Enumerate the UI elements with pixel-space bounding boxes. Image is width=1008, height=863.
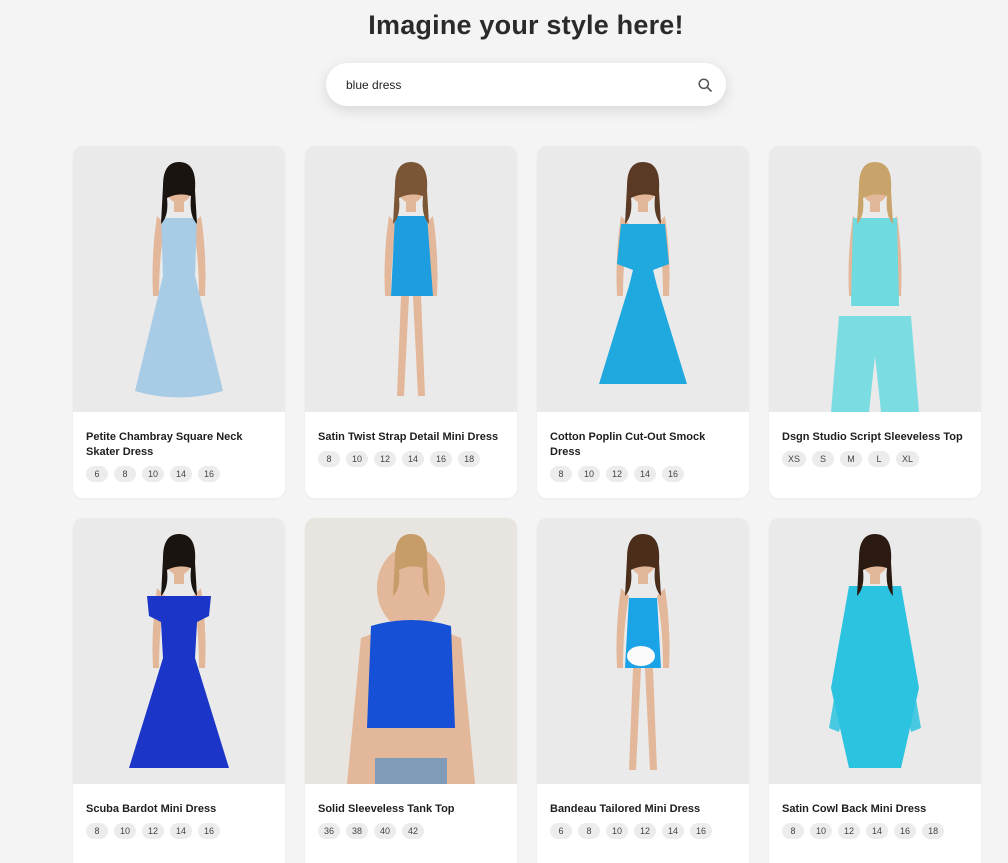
product-info: Dsgn Studio Script Sleeveless Top XS S M L XL <box>769 412 981 467</box>
size-option[interactable]: 16 <box>430 451 453 467</box>
product-info: Bandeau Tailored Mini Dress 6 8 10 12 14 16 <box>537 784 749 839</box>
size-list: 6 8 10 14 16 <box>86 466 272 482</box>
product-image <box>829 534 921 768</box>
product-image <box>347 534 475 784</box>
product-image <box>135 162 223 398</box>
product-card[interactable]: Bandeau Tailored Mini Dress 6 8 10 12 14 16 <box>537 518 749 863</box>
size-option[interactable]: 6 <box>86 466 108 482</box>
size-option[interactable]: 8 <box>578 823 600 839</box>
size-option[interactable]: 38 <box>346 823 369 839</box>
product-card[interactable]: Scuba Bardot Mini Dress 8 10 12 14 16 <box>73 518 285 863</box>
size-option[interactable]: 16 <box>690 823 713 839</box>
product-image-frame[interactable] <box>305 518 517 784</box>
size-option[interactable]: 12 <box>634 823 657 839</box>
product-title[interactable]: Cotton Poplin Cut-Out Smock Dress <box>550 430 736 460</box>
product-info: Solid Sleeveless Tank Top 36 38 40 42 <box>305 784 517 839</box>
product-image <box>384 162 438 396</box>
size-option[interactable]: 12 <box>606 466 629 482</box>
size-option[interactable]: 10 <box>346 451 369 467</box>
size-option[interactable]: M <box>840 451 863 467</box>
size-option[interactable]: S <box>812 451 835 467</box>
size-list: 8 10 12 14 16 <box>550 466 736 482</box>
size-list: XS S M L XL <box>782 451 968 467</box>
size-list: 8 10 12 14 16 18 <box>782 823 968 839</box>
size-option[interactable]: 16 <box>198 466 221 482</box>
product-image <box>129 534 229 768</box>
product-image-frame[interactable] <box>305 146 517 412</box>
product-title[interactable]: Satin Cowl Back Mini Dress <box>782 802 968 817</box>
size-option[interactable]: 14 <box>170 466 193 482</box>
product-image-frame[interactable] <box>73 146 285 412</box>
size-list: 8 10 12 14 16 18 <box>318 451 504 467</box>
product-image <box>831 162 919 412</box>
size-option[interactable]: 14 <box>170 823 193 839</box>
size-option[interactable]: 12 <box>142 823 165 839</box>
size-option[interactable]: 18 <box>922 823 945 839</box>
product-card[interactable]: Cotton Poplin Cut-Out Smock Dress 8 10 12 14… <box>537 146 749 498</box>
search-icon[interactable] <box>698 78 712 92</box>
size-option[interactable]: 8 <box>318 451 340 467</box>
size-option[interactable]: 8 <box>114 466 136 482</box>
size-option[interactable]: 36 <box>318 823 341 839</box>
size-option[interactable]: XL <box>896 451 920 467</box>
size-option[interactable]: 16 <box>662 466 685 482</box>
size-option[interactable]: 40 <box>374 823 397 839</box>
product-image <box>599 162 687 384</box>
size-option[interactable]: 8 <box>782 823 804 839</box>
product-grid: Petite Chambray Square Neck Skater Dress… <box>73 146 981 863</box>
product-card[interactable]: Satin Cowl Back Mini Dress 8 10 12 14 16 18 <box>769 518 981 863</box>
size-option[interactable]: 14 <box>662 823 685 839</box>
size-option[interactable]: 42 <box>402 823 425 839</box>
product-title[interactable]: Dsgn Studio Script Sleeveless Top <box>782 430 968 445</box>
size-option[interactable]: 6 <box>550 823 572 839</box>
size-option[interactable]: 10 <box>114 823 137 839</box>
size-list: 8 10 12 14 16 <box>86 823 272 839</box>
product-image-frame[interactable] <box>769 518 981 784</box>
product-image-frame[interactable] <box>537 518 749 784</box>
product-title[interactable]: Solid Sleeveless Tank Top <box>318 802 504 817</box>
product-info: Cotton Poplin Cut-Out Smock Dress 8 10 12 14… <box>537 412 749 482</box>
product-info: Scuba Bardot Mini Dress 8 10 12 14 16 <box>73 784 285 839</box>
product-info: Satin Twist Strap Detail Mini Dress 8 10 12… <box>305 412 517 467</box>
size-option[interactable]: 16 <box>894 823 917 839</box>
product-title[interactable]: Scuba Bardot Mini Dress <box>86 802 272 817</box>
size-option[interactable]: 12 <box>838 823 861 839</box>
product-image-frame[interactable] <box>537 146 749 412</box>
search-input[interactable] <box>346 69 666 100</box>
size-list: 36 38 40 42 <box>318 823 504 839</box>
size-list: 6 8 10 12 14 16 <box>550 823 736 839</box>
size-option[interactable]: 10 <box>810 823 833 839</box>
product-title[interactable]: Petite Chambray Square Neck Skater Dress <box>86 430 272 460</box>
product-card[interactable]: Petite Chambray Square Neck Skater Dress… <box>73 146 285 498</box>
size-option[interactable]: 8 <box>550 466 572 482</box>
size-option[interactable]: L <box>868 451 891 467</box>
size-option[interactable]: 14 <box>634 466 657 482</box>
size-option[interactable]: 12 <box>374 451 397 467</box>
size-option[interactable]: 14 <box>866 823 889 839</box>
page-title: Imagine your style here! <box>368 10 684 40</box>
product-card[interactable]: Satin Twist Strap Detail Mini Dress 8 10 12… <box>305 146 517 498</box>
product-card[interactable]: Dsgn Studio Script Sleeveless Top XS S M L XL <box>769 146 981 498</box>
size-option[interactable]: XS <box>782 451 807 467</box>
product-info: Satin Cowl Back Mini Dress 8 10 12 14 16 18 <box>769 784 981 839</box>
product-image-frame[interactable] <box>769 146 981 412</box>
size-option[interactable]: 16 <box>198 823 221 839</box>
size-option[interactable]: 18 <box>458 451 481 467</box>
size-option[interactable]: 14 <box>402 451 425 467</box>
product-title[interactable]: Bandeau Tailored Mini Dress <box>550 802 736 817</box>
size-option[interactable]: 10 <box>578 466 601 482</box>
product-image-frame[interactable] <box>73 518 285 784</box>
search-bar[interactable] <box>326 63 726 106</box>
product-card[interactable]: Solid Sleeveless Tank Top 36 38 40 42 <box>305 518 517 863</box>
size-option[interactable]: 10 <box>606 823 629 839</box>
product-image <box>616 534 670 770</box>
product-info: Petite Chambray Square Neck Skater Dress… <box>73 412 285 482</box>
size-option[interactable]: 10 <box>142 466 165 482</box>
size-option[interactable]: 8 <box>86 823 108 839</box>
product-title[interactable]: Satin Twist Strap Detail Mini Dress <box>318 430 504 445</box>
